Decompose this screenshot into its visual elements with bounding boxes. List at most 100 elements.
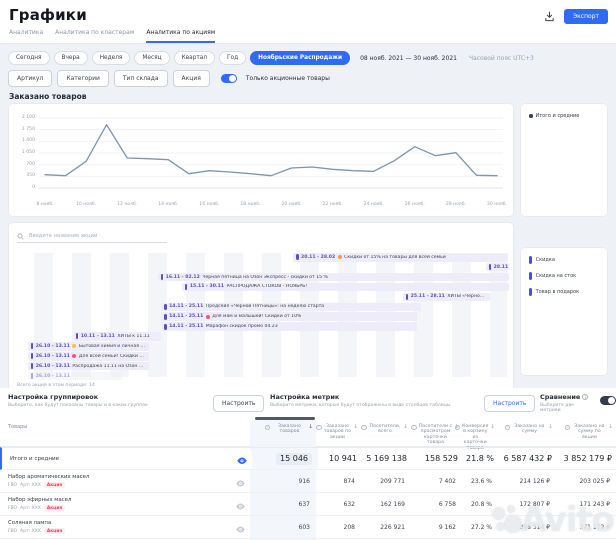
promo-type-marker-icon	[31, 373, 33, 379]
metric-value-cell: 6 758	[411, 493, 462, 515]
promo-timeline-bar[interactable]: 10.11 - 13.11ХИТЫ к 11.11	[73, 332, 161, 341]
promo-timeline-bar[interactable]: 16.11 - 02.12Черная пятница на Озон Эксп…	[158, 273, 509, 282]
product-info: Набор эфирных масел FBOАрт: XXXАкция	[8, 497, 71, 511]
sort-icon[interactable]: ↓	[548, 425, 553, 431]
totals-label: Итого и средние	[10, 456, 59, 462]
promo-date-range: 20.11 - 28.02	[301, 255, 335, 260]
metric-value-cell: 158 529	[413, 448, 464, 469]
promo-timeline-bar[interactable]: 28.11 - …	[486, 263, 509, 272]
download-icon[interactable]	[543, 10, 557, 24]
product-cell: Набор эфирных масел FBOАрт: XXXАкция	[0, 493, 250, 515]
metric-value-cell: 171 243 ₽	[556, 493, 616, 515]
metric-value-cell: 27.2 %	[462, 516, 498, 538]
promo-type-marker-icon	[406, 294, 408, 300]
promo-date-range: 14.11 - 25.11	[169, 314, 203, 319]
promo-date-range: 26.10 - 13.11	[36, 354, 70, 359]
groupings-configure-button[interactable]: Настроить	[213, 395, 264, 412]
x-tick-label: 12 нояб.	[117, 202, 137, 207]
promo-timeline-bar[interactable]: 14.11 - 25.11Предсейл «Чёрной Пятницы»: …	[161, 303, 421, 312]
tab-promo-analytics[interactable]: Аналитика по акциям	[146, 29, 215, 43]
period-pill-month[interactable]: Месяц	[134, 51, 169, 65]
promo-name: Марафон скидок промо 04.23	[206, 324, 278, 329]
dimension-button-promo[interactable]: Акция	[173, 70, 210, 87]
dimension-filter-bar: АртикулКатегорииТип складаАкция Только а…	[8, 70, 330, 87]
period-pill-year[interactable]: Год	[219, 51, 246, 65]
promo-period-pill[interactable]: Ноябрьские Распродажи	[250, 51, 350, 65]
promo-type-marker-icon	[76, 333, 78, 339]
period-pills: Сегодня Вчера НеделяМесяц Квартал Год	[8, 51, 246, 65]
promo-timeline-bar[interactable]: 26.10 - 13.11Бытовая химия и личная гиги…	[28, 342, 149, 351]
visibility-eye-icon[interactable]	[236, 518, 245, 537]
promo-name: Черная пятница на Озон Экспресс - скидки…	[202, 275, 328, 280]
help-icon: ?	[565, 425, 571, 431]
metric-value-cell: 209 771	[361, 470, 411, 492]
period-pill-quarter[interactable]: Квартал	[174, 51, 215, 65]
promo-type-marker-icon	[164, 314, 166, 320]
product-info: Набор ароматических маселFBOАрт: XXXАкци…	[8, 474, 89, 488]
orders-line-chart[interactable]: 03507001 0501 4001 7502 100 8 нояб.10 но…	[8, 103, 514, 217]
sort-icon[interactable]: ↓	[308, 425, 313, 431]
promo-timeline-bar[interactable]: 26.10 - 13.11Распродажа 11.11 на Озон Эк…	[28, 362, 149, 371]
metric-value-cell: 203 025 ₽	[556, 470, 616, 492]
dimension-button-sku[interactable]: Артикул	[8, 70, 52, 87]
promo-search[interactable]	[17, 230, 167, 243]
dimension-button-categories[interactable]: Категории	[57, 70, 109, 87]
comparison-toggle[interactable]	[600, 396, 616, 405]
date-range[interactable]: 08 нояб. 2021 — 30 нояб. 2021	[360, 55, 457, 62]
legend-item-total[interactable]: Итого и средние	[529, 113, 607, 119]
help-icon: ?	[455, 425, 461, 431]
product-cell: Набор ароматических маселFBOАрт: XXXАкци…	[0, 470, 250, 492]
metric-value-cell: 9 162	[411, 516, 462, 538]
sort-icon[interactable]: ↓	[608, 425, 613, 431]
table-row[interactable]: Набор эфирных маселFBOАрт: XXXАкция63763…	[0, 493, 616, 516]
visibility-eye-icon[interactable]	[236, 495, 245, 514]
period-pill-week[interactable]: Неделя	[92, 51, 131, 65]
promo-timeline-bar[interactable]: 20.11 - 28.02Скидки от 15% на товары для…	[293, 253, 508, 262]
sort-icon[interactable]: ↓	[353, 425, 358, 431]
metrics-configure-button[interactable]: Настроить	[484, 395, 535, 412]
promo-timeline-bar[interactable]: 15.11 - 30.11РАСПРОДАЖА СТОКОВ - НОЯБРЬ!	[182, 283, 509, 292]
groupings-title: Настройка группировок	[8, 393, 208, 401]
period-pill-today[interactable]: Сегодня	[8, 51, 50, 65]
tab-analytics[interactable]: Аналитика	[9, 29, 43, 43]
promo-only-toggle[interactable]	[221, 74, 237, 83]
promo-timeline-bar[interactable]: 25.11 - 28.11ХИТЫ «Чёрной Пятницы»	[403, 293, 490, 302]
info-icon: i	[582, 394, 588, 400]
dimension-button-warehouse-type[interactable]: Тип склада	[114, 70, 168, 87]
sort-icon[interactable]: ↓	[403, 425, 408, 431]
promo-date-range: 15.11 - 30.11	[190, 284, 224, 289]
promo-legend-item-gift: Товар в подарок	[529, 288, 607, 296]
promo-timeline-bar[interactable]: 14.11 - 25.11Марафон скидок промо 04.23	[161, 322, 417, 331]
promo-date-range: 10.11 - 13.11	[81, 334, 115, 339]
visibility-eye-icon[interactable]	[237, 449, 247, 468]
sort-icon[interactable]: ↓	[490, 425, 495, 431]
comparison-title: Сравнение i	[540, 393, 592, 401]
x-tick-label: 20 нояб.	[281, 202, 301, 207]
promo-date-range: 14.11 - 25.11	[169, 324, 203, 329]
promo-legend-label: Скидка на сток	[536, 273, 577, 279]
promo-timeline-bar[interactable]: 26.10 - 13.11Для всей семьи! Скидки от 5…	[28, 352, 149, 361]
product-name: Набор ароматических масел	[8, 474, 89, 480]
horizontal-scrollbar-thumb[interactable]	[255, 417, 315, 420]
table-row[interactable]: Соляная лампаFBOАрт: XXXАкция603208226 9…	[0, 516, 616, 539]
visibility-eye-icon[interactable]	[236, 472, 245, 491]
column-label: Заказано на сумму	[512, 424, 546, 435]
promo-timeline-bar[interactable]: 14.11 - 25.11Для мам и малышей! Скидки о…	[161, 312, 417, 321]
promo-type-marker-icon	[489, 264, 491, 270]
metric-value-cell: 916	[250, 470, 316, 492]
tab-cluster-analytics[interactable]: Аналитика по кластерам	[55, 29, 134, 43]
x-tick-label: 18 нояб.	[240, 202, 260, 207]
comparison-settings: Сравнение i Выберите две метрики	[540, 393, 592, 413]
table-row[interactable]: Набор ароматических маселFBOАрт: XXXАкци…	[0, 470, 616, 493]
promo-timeline-bar[interactable]: 26.10 - 13.11	[28, 372, 122, 381]
groupings-subtitle: Выберите, как будут показаны товары и в …	[8, 403, 208, 408]
metric-value-cell: 637	[250, 493, 316, 515]
product-meta: FBOАрт: XXXАкция	[8, 505, 71, 511]
column-label: Посетители с просмотром карточки товара	[419, 424, 453, 446]
period-pill-yesterday[interactable]: Вчера	[54, 51, 88, 65]
x-tick-label: 8 нояб.	[36, 202, 53, 207]
promo-search-input[interactable]	[27, 232, 157, 240]
totals-row[interactable]: Итого и средние15 04610 9415 169 138158 …	[0, 447, 616, 470]
product-name: Набор эфирных масел	[8, 497, 71, 503]
export-button[interactable]: Экспорт	[564, 9, 608, 24]
